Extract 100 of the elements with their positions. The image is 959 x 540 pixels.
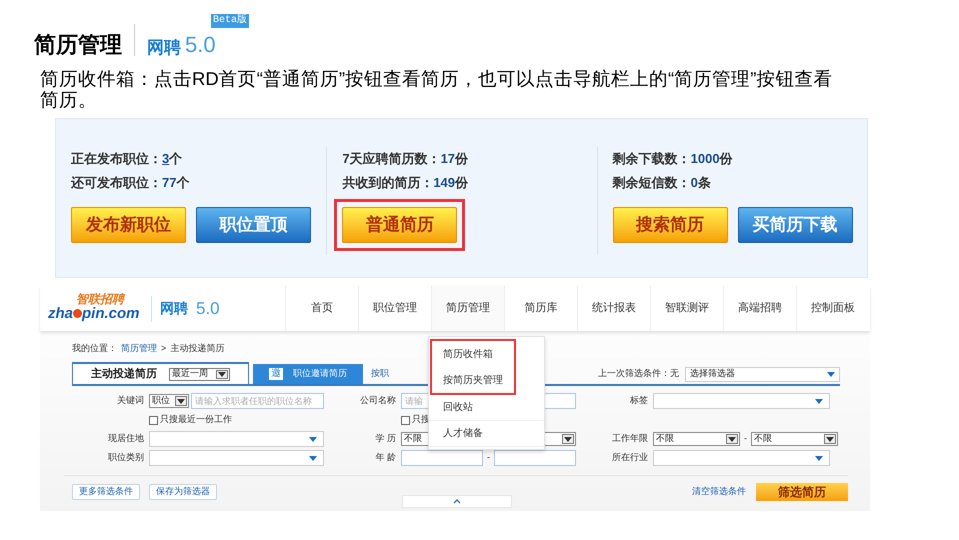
checkbox-label: 只搜最近一份工作 bbox=[160, 413, 232, 426]
breadcrumb-text: 主动投递简历 bbox=[170, 342, 224, 356]
field-label: 工作年限 bbox=[611, 432, 649, 446]
caret-icon bbox=[309, 436, 317, 442]
menu-item[interactable]: 按简历夹管理 bbox=[432, 367, 514, 393]
submit-button[interactable]: 筛选简历 bbox=[756, 483, 848, 501]
dropdown[interactable]: 不限 bbox=[751, 432, 838, 446]
select-field[interactable] bbox=[149, 431, 324, 447]
stat-unit: 份 bbox=[720, 150, 733, 168]
slide-title: 简历管理 bbox=[34, 34, 122, 56]
nav-item[interactable]: 简历管理 bbox=[431, 286, 504, 331]
stat-value: 1000 bbox=[690, 150, 720, 168]
breadcrumb-text: > bbox=[161, 342, 166, 356]
select-value: 选择筛选器 bbox=[690, 367, 735, 380]
logo-version: 5.0 bbox=[185, 34, 216, 56]
dropdown[interactable]: 职位 bbox=[149, 394, 189, 408]
menu-item[interactable]: 简历收件箱 bbox=[432, 341, 514, 367]
caret-icon bbox=[826, 436, 834, 442]
stat-label: 剩余下载数： bbox=[612, 150, 691, 168]
caret-icon bbox=[177, 398, 185, 404]
field-label: 职位类别 bbox=[107, 451, 145, 464]
breadcrumb-link[interactable]: 简历管理 bbox=[121, 342, 157, 356]
caret-icon bbox=[728, 436, 736, 442]
nav-item[interactable]: 高端招聘 bbox=[723, 286, 796, 331]
menu-item[interactable]: 回收站 bbox=[429, 395, 544, 421]
domain-text: zha bbox=[48, 306, 74, 320]
nav-item[interactable]: 统计报表 bbox=[577, 286, 650, 331]
menu-item[interactable]: 人才储备 bbox=[429, 421, 544, 447]
tab[interactable]: 邀 职位邀请简历 bbox=[253, 364, 363, 384]
nav-item[interactable]: 首页 bbox=[285, 286, 358, 331]
last-filter-text: 上一次筛选条件：无 bbox=[598, 367, 679, 380]
field-label: 现居住地 bbox=[107, 432, 145, 446]
select-value: 不限 bbox=[656, 432, 674, 446]
tab-label: 按职 bbox=[371, 367, 389, 380]
tab[interactable]: 按职 bbox=[363, 364, 397, 384]
input-field[interactable] bbox=[401, 450, 483, 466]
caret-icon bbox=[815, 398, 823, 404]
nav-item[interactable]: 控制面板 bbox=[796, 286, 869, 331]
action-button[interactable]: 搜索简历 bbox=[612, 207, 728, 243]
chevron-up-icon bbox=[453, 499, 461, 504]
input-field[interactable]: 请输入求职者任职的职位名称 bbox=[191, 393, 324, 409]
select-value: 不限 bbox=[754, 432, 772, 446]
stat-unit: 条 bbox=[698, 174, 711, 192]
tab-label: 主动投递简历 bbox=[91, 366, 157, 382]
field-label: 公司名称 bbox=[359, 394, 397, 408]
caret-icon bbox=[309, 456, 317, 460]
stat-unit: 份 bbox=[455, 174, 468, 192]
input-field[interactable] bbox=[494, 450, 576, 466]
beta-badge: Beta版 bbox=[211, 14, 250, 28]
tab[interactable]: 主动投递简历 最近一周 bbox=[72, 362, 249, 384]
stat-value: 17 bbox=[440, 150, 456, 168]
caret-icon bbox=[218, 372, 226, 376]
field-label: 标签 bbox=[629, 394, 649, 408]
stat-unit: 个 bbox=[176, 174, 190, 192]
slide-description: 简历收件箱：点击RD首页“普通简历”按钮查看简历，也可以点击导航栏上的“简历管理”按钮查看简历。 bbox=[40, 68, 834, 110]
filter-button[interactable]: 更多筛选条件 bbox=[72, 484, 140, 500]
filter-select[interactable]: 选择筛选器 bbox=[685, 366, 840, 382]
caret-icon bbox=[827, 372, 835, 376]
domain-text: pin.com bbox=[82, 306, 140, 320]
action-button[interactable]: 普通简历 bbox=[342, 207, 458, 243]
action-button[interactable]: 发布新职位 bbox=[71, 207, 186, 243]
checkbox[interactable] bbox=[149, 416, 158, 424]
logo-version: 5.0 bbox=[196, 298, 220, 320]
stat-label: 剩余短信数： bbox=[612, 174, 691, 192]
select-value: 职位 bbox=[152, 394, 170, 408]
range-dash: - bbox=[486, 451, 491, 464]
stat-unit: 份 bbox=[455, 150, 468, 168]
caret-icon bbox=[564, 436, 572, 442]
logo-text: 网聘 bbox=[147, 39, 181, 56]
filter-button[interactable]: 保存为筛选器 bbox=[149, 484, 217, 500]
field-label: 所在行业 bbox=[611, 451, 649, 464]
stat-unit: 个 bbox=[169, 150, 182, 168]
clear-link[interactable]: 清空筛选条件 bbox=[692, 485, 746, 499]
period-select[interactable]: 最近一周 bbox=[169, 368, 230, 380]
stat-value: 0 bbox=[690, 174, 698, 192]
stat-link[interactable]: 3 bbox=[162, 147, 170, 171]
nav-item[interactable]: 智联测评 bbox=[650, 286, 723, 331]
dropdown[interactable]: 不限 bbox=[653, 432, 740, 446]
brand-text: 智联招聘 bbox=[76, 292, 124, 304]
caret-icon bbox=[815, 456, 823, 460]
range-dash: - bbox=[743, 432, 748, 446]
stat-label: 还可发布职位： bbox=[71, 174, 162, 192]
stat-label: 7天应聘简历数： bbox=[342, 150, 441, 168]
field-label: 学 历 bbox=[374, 432, 397, 446]
collapse-handle[interactable] bbox=[402, 495, 512, 508]
logo-text: 网聘 bbox=[160, 299, 188, 318]
select-field[interactable] bbox=[653, 450, 830, 466]
stat-label: 正在发布职位： bbox=[71, 150, 162, 168]
select-field[interactable] bbox=[149, 450, 324, 466]
select-value: 最近一周 bbox=[172, 367, 208, 380]
stat-value: 149 bbox=[433, 174, 456, 192]
breadcrumb-text: 我的位置： bbox=[72, 342, 117, 356]
field-label: 年 龄 bbox=[374, 451, 397, 464]
checkbox[interactable] bbox=[401, 416, 410, 424]
select-value: 不限 bbox=[404, 432, 422, 446]
field-label: 关键词 bbox=[116, 394, 145, 408]
select-field[interactable] bbox=[653, 393, 830, 409]
tab-badge: 邀 bbox=[269, 368, 283, 380]
stat-value: 77 bbox=[162, 174, 176, 192]
nav-item[interactable]: 简历库 bbox=[504, 286, 577, 331]
